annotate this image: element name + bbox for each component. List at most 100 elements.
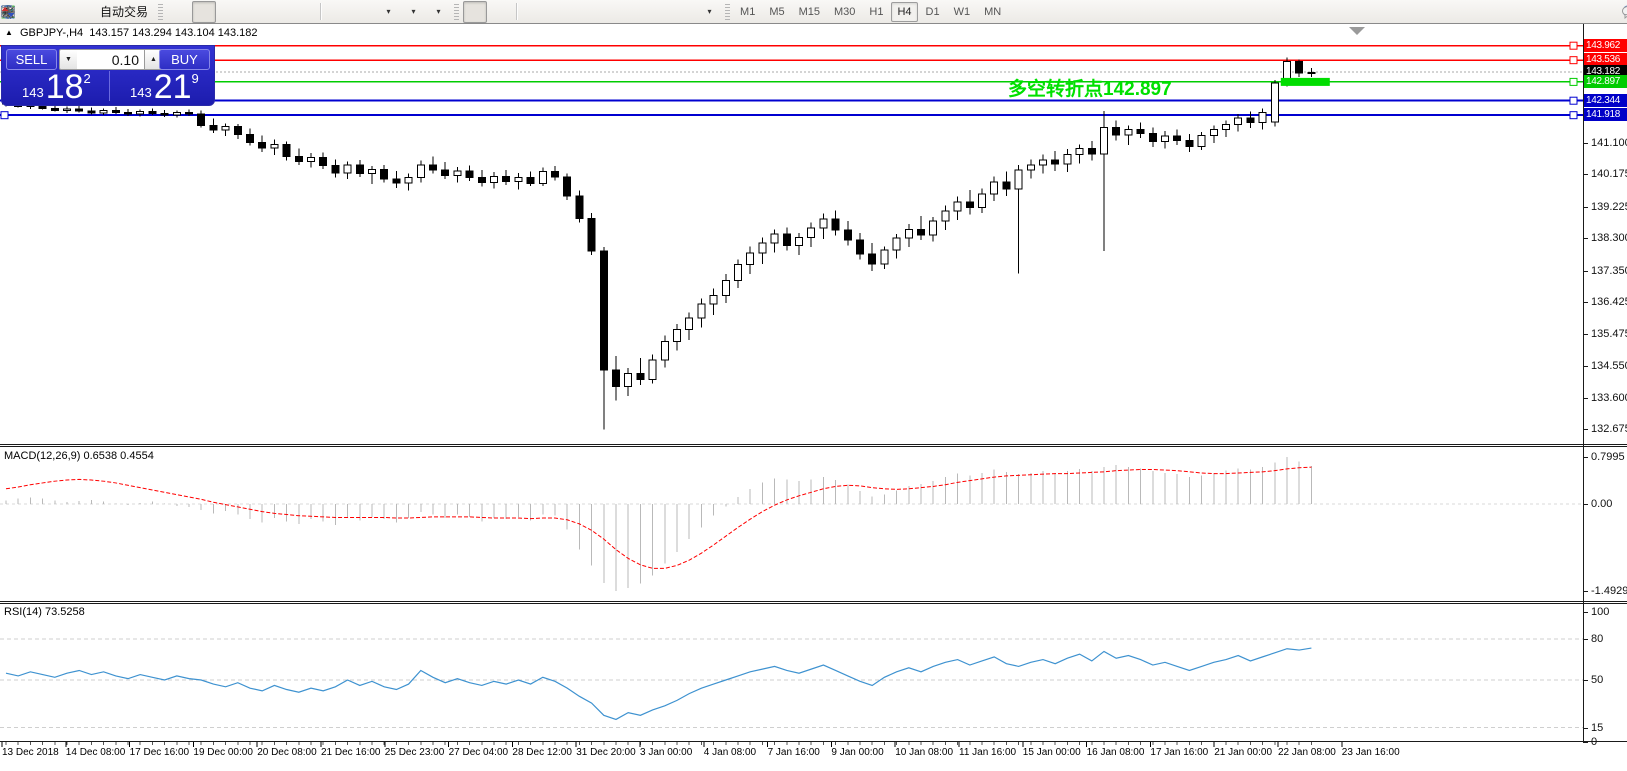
price-tick-dash — [1583, 366, 1588, 367]
line-chart-button[interactable] — [217, 1, 241, 23]
main-chart[interactable] — [0, 24, 1583, 444]
ohlc-quotes: 143.157 143.294 143.104 143.182 — [89, 27, 257, 39]
price-tick-dash — [1583, 238, 1588, 239]
price-tick-dash — [1583, 302, 1588, 303]
timeframe-button-m30[interactable]: M30 — [828, 2, 861, 22]
macd-pane[interactable] — [0, 448, 1583, 600]
macd-tick-dash — [1583, 504, 1588, 505]
timeframe-button-m5[interactable]: M5 — [763, 2, 790, 22]
timeframe-button-h1[interactable]: H1 — [863, 2, 889, 22]
text-label-tool[interactable]: T — [672, 1, 696, 23]
zoom-in-button[interactable] — [242, 1, 266, 23]
crosshair-tool-button[interactable] — [488, 1, 512, 23]
macd-tick-dash — [1583, 457, 1588, 458]
arrows-tool[interactable]: ▾ — [697, 1, 721, 23]
signals-button[interactable] — [69, 1, 93, 23]
macd-tick-label: -1.4929 — [1591, 585, 1627, 597]
trendline-tool[interactable] — [572, 1, 596, 23]
timeframe-button-mn[interactable]: MN — [978, 2, 1007, 22]
chevron-down-icon: ▾ — [387, 7, 391, 16]
price-tick-label: 137.350 — [1591, 265, 1627, 277]
new-chart-button[interactable]: ▾ — [376, 1, 400, 23]
price-tick-label: 132.675 — [1591, 423, 1627, 435]
pane-splitter[interactable] — [0, 603, 1627, 604]
price-tick-dash — [1583, 429, 1588, 430]
toolbar-grip — [158, 4, 163, 20]
price-level-badge[interactable]: 141.918 — [1584, 108, 1627, 121]
templates-button[interactable]: ▾ — [426, 1, 450, 23]
auto-scroll-button[interactable] — [326, 1, 350, 23]
volume-decrease-button[interactable]: ▼ — [59, 49, 78, 70]
price-level-badge[interactable]: 142.344 — [1584, 94, 1627, 107]
chevron-down-icon: ▾ — [437, 7, 441, 16]
zoom-out-button[interactable] — [267, 1, 291, 23]
rsi-pane[interactable] — [0, 605, 1583, 741]
rsi-tick-dash — [1583, 680, 1588, 681]
rsi-tick-label: 100 — [1591, 606, 1609, 618]
sell-price[interactable]: 143 18 2 — [22, 69, 91, 103]
macd-label: MACD(12,26,9) 0.6538 0.4554 — [4, 450, 154, 462]
price-tick-label: 133.600 — [1591, 392, 1627, 404]
toolbar-grip — [725, 4, 730, 20]
time-axis-label: 22 Jan 08:00 — [1278, 747, 1336, 758]
quote-divider — [109, 71, 110, 101]
price-axis-border — [1583, 24, 1584, 741]
horizontal-line-tool[interactable] — [547, 1, 571, 23]
price-tick-label: 141.100 — [1591, 137, 1627, 149]
pane-splitter[interactable] — [0, 446, 1627, 447]
chevron-down-icon: ▾ — [708, 7, 712, 16]
buy-button[interactable]: BUY — [159, 49, 210, 70]
price-level-badge[interactable]: 143.962 — [1584, 39, 1627, 52]
rsi-tick-dash — [1583, 639, 1588, 640]
time-axis-label: 27 Dec 04:00 — [449, 747, 509, 758]
pane-splitter[interactable] — [0, 444, 1627, 445]
fibonacci-tool[interactable]: F — [622, 1, 646, 23]
bar-chart-button[interactable] — [167, 1, 191, 23]
chart-shift-button[interactable] — [351, 1, 375, 23]
cursor-tool-button[interactable] — [463, 1, 487, 23]
pane-splitter[interactable] — [0, 601, 1627, 602]
timeframe-button-h4[interactable]: H4 — [891, 2, 917, 22]
price-level-badge[interactable]: 142.897 — [1584, 75, 1627, 88]
price-tick-label: 136.425 — [1591, 296, 1627, 308]
chat-icon[interactable] — [1621, 4, 1627, 20]
time-axis-label: 7 Jan 16:00 — [768, 747, 820, 758]
rsi-label: RSI(14) 73.5258 — [4, 606, 85, 618]
volume-input[interactable]: 0.10 — [77, 49, 144, 70]
periods-button[interactable]: ▾ — [401, 1, 425, 23]
price-tick-label: 140.175 — [1591, 168, 1627, 180]
chart-window-button[interactable] — [44, 1, 68, 23]
rsi-tick-dash — [1583, 728, 1588, 729]
time-axis-label: 25 Dec 23:00 — [385, 747, 445, 758]
pivot-annotation[interactable]: 多空转折点142.897 — [1008, 74, 1172, 101]
timeframe-button-m15[interactable]: M15 — [793, 2, 826, 22]
timeframe-button-m1[interactable]: M1 — [734, 2, 761, 22]
timeframe-button-d1[interactable]: D1 — [920, 2, 946, 22]
one-click-trade-panel: SELL ▼ 0.10 ▲ BUY 143 18 2 143 21 9 — [1, 45, 215, 106]
rsi-tick-label: 0 — [1591, 736, 1597, 748]
tile-windows-button[interactable] — [292, 1, 316, 23]
timeframe-button-w1[interactable]: W1 — [948, 2, 977, 22]
chart-shift-marker[interactable] — [1349, 27, 1365, 35]
buy-price[interactable]: 143 21 9 — [130, 69, 199, 103]
time-axis-label: 17 Jan 16:00 — [1150, 747, 1208, 758]
text-tool[interactable]: A — [647, 1, 671, 23]
rsi-tick-dash — [1583, 742, 1588, 743]
time-axis-label: 16 Jan 08:00 — [1087, 747, 1145, 758]
main-toolbar: 单 自动交易 ▾ ▾ ▾ — [0, 0, 1627, 24]
price-tick-dash — [1583, 271, 1588, 272]
channel-tool[interactable]: E — [597, 1, 621, 23]
candlestick-chart-button[interactable] — [192, 1, 216, 23]
vertical-line-tool[interactable] — [522, 1, 546, 23]
new-order-button[interactable] — [19, 1, 43, 23]
time-axis-label: 15 Jan 00:00 — [1023, 747, 1081, 758]
time-axis-label: 14 Dec 08:00 — [66, 747, 126, 758]
time-axis-label: 20 Dec 08:00 — [257, 747, 317, 758]
macd-tick-label: 0.00 — [1591, 498, 1612, 510]
sell-button[interactable]: SELL — [6, 49, 57, 70]
time-axis-label: 9 Jan 00:00 — [831, 747, 883, 758]
autotrade-button[interactable]: 自动交易 — [94, 1, 154, 23]
collapse-arrow-icon[interactable]: ▲ — [5, 28, 13, 37]
price-tick-label: 135.475 — [1591, 328, 1627, 340]
time-axis-label: 23 Jan 16:00 — [1342, 747, 1400, 758]
